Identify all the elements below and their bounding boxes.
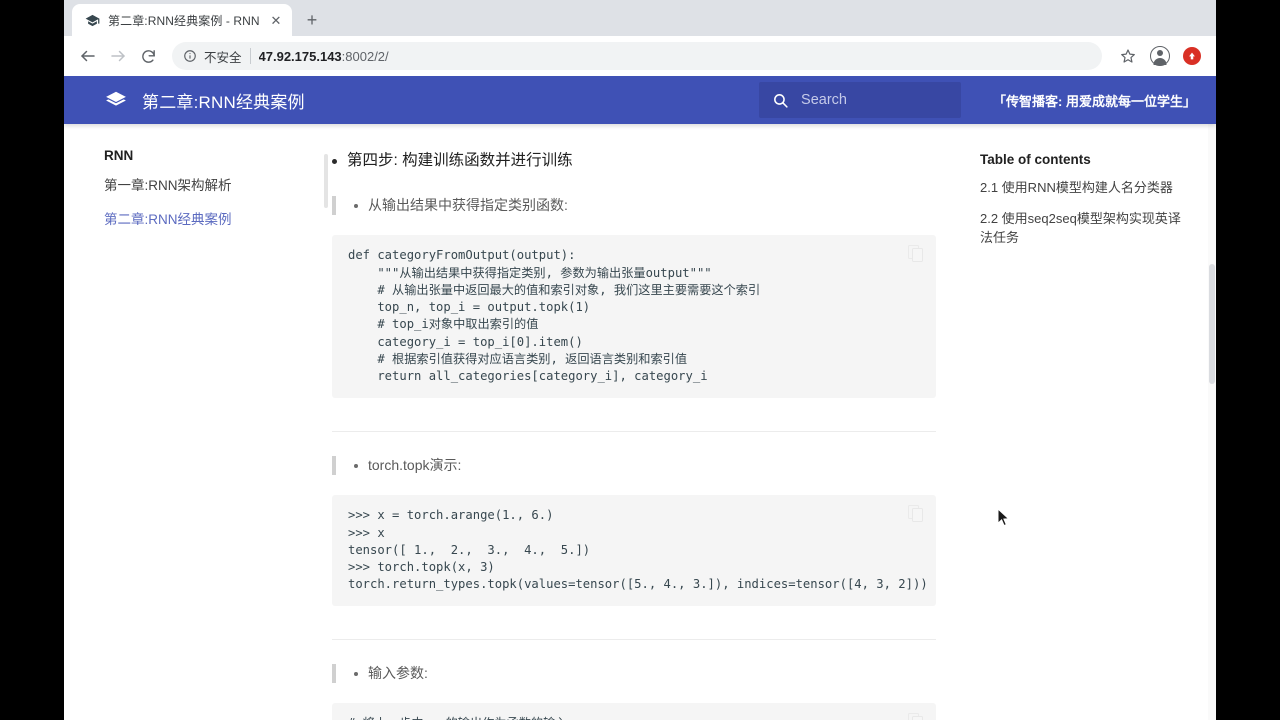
copy-icon-front <box>912 248 923 263</box>
update-badge <box>1183 47 1201 65</box>
copy-icon[interactable] <box>908 245 924 263</box>
bullet-dot-icon <box>354 671 358 676</box>
tab-strip: 第二章:RNN经典案例 - RNN ✕ + <box>64 0 1216 36</box>
tab-title: 第二章:RNN经典案例 - RNN <box>108 13 260 28</box>
sub-heading-row-3: 输入参数: <box>354 664 936 684</box>
section-heading-row: 第四步: 构建训练函数并进行训练 <box>332 150 936 172</box>
omnibox-divider <box>249 48 251 64</box>
bullet-dot-icon <box>354 463 358 468</box>
sub-block-1: 从输出结果中获得指定类别函数: <box>332 195 936 216</box>
site-title: 第二章:RNN经典案例 <box>142 92 305 112</box>
bullet-dot-icon <box>354 203 358 208</box>
copy-icon-front <box>912 716 923 720</box>
url-path: :8002/2/ <box>341 48 389 64</box>
bullet-dot-icon <box>332 159 337 164</box>
graduation-cap-icon <box>84 12 100 28</box>
section-divider-2 <box>332 638 936 640</box>
code-block-1[interactable]: def categoryFromOutput(output): """从输出结果… <box>332 235 936 398</box>
site-header: 第二章:RNN经典案例 Search 「传智播客: 用爱成就每一位学生」 <box>64 76 1216 124</box>
code-text-2: >>> x = torch.arange(1., 6.) >>> x tenso… <box>348 508 928 592</box>
page-scrollbar-thumb[interactable] <box>1209 264 1215 384</box>
sidebar-heading: RNN <box>104 148 134 163</box>
header-slogan: 「传智播客: 用爱成就每一位学生」 <box>993 93 1196 109</box>
page-title: 第四步: 构建训练函数并进行训练 <box>347 152 573 169</box>
forward-button[interactable] <box>104 42 132 70</box>
info-circle-icon <box>182 48 198 64</box>
code-text-1: def categoryFromOutput(output): """从输出结果… <box>348 248 761 384</box>
account-avatar-icon[interactable] <box>1146 42 1174 70</box>
section-divider-1 <box>332 430 936 432</box>
code-block-2[interactable]: >>> x = torch.arange(1., 6.) >>> x tenso… <box>332 495 936 606</box>
browser-window: 第二章:RNN经典案例 - RNN ✕ + 不安全 47.92.175.143:… <box>64 0 1216 720</box>
avatar <box>1150 46 1170 66</box>
close-icon[interactable]: ✕ <box>268 12 284 28</box>
address-bar[interactable]: 不安全 47.92.175.143:8002/2/ <box>172 42 1102 70</box>
update-arrow-icon[interactable] <box>1178 42 1206 70</box>
sidebar-scrollbar-thumb[interactable] <box>324 154 328 208</box>
search-icon <box>771 91 789 109</box>
security-status-label: 不安全 <box>204 50 242 65</box>
reload-button[interactable] <box>134 42 162 70</box>
search-input[interactable]: Search <box>759 82 962 118</box>
main-content: 第四步: 构建训练函数并进行训练 从输出结果中获得指定类别函数: def cat… <box>332 124 968 720</box>
table-of-contents: Table of contents 2.1 使用RNN模型构建人名分类器 2.2… <box>968 124 1216 720</box>
url-text: 47.92.175.143:8002/2/ <box>259 49 389 64</box>
browser-toolbar: 不安全 47.92.175.143:8002/2/ <box>64 36 1216 76</box>
toc-item-2-1[interactable]: 2.1 使用RNN模型构建人名分类器 <box>980 179 1192 198</box>
site-brand[interactable]: 第二章:RNN经典案例 <box>64 88 305 113</box>
toc-item-2-2[interactable]: 2.2 使用seq2seq模型架构实现英译法任务 <box>980 210 1192 248</box>
copy-icon[interactable] <box>908 505 924 523</box>
toc-heading: Table of contents <box>980 152 1091 167</box>
back-button[interactable] <box>74 42 102 70</box>
sub-block-3: 输入参数: <box>332 663 936 684</box>
page-viewport: 第二章:RNN经典案例 Search 「传智播客: 用爱成就每一位学生」 RNN… <box>64 76 1216 720</box>
browser-tab[interactable]: 第二章:RNN经典案例 - RNN ✕ <box>72 4 292 36</box>
sub-heading-row-2: torch.topk演示: <box>354 456 936 476</box>
url-host: 47.92.175.143 <box>258 48 342 64</box>
sub-heading-2: torch.topk演示: <box>368 456 462 473</box>
page-columns: RNN 第一章:RNN架构解析 第二章:RNN经典案例 第四步: 构建训练函数并… <box>64 124 1216 720</box>
sidebar-item-chapter-2[interactable]: 第二章:RNN经典案例 <box>104 211 312 229</box>
code-text-3: # 将上一步中gru的输出作为函数的输入 output = gru_output… <box>348 715 892 720</box>
copy-icon[interactable] <box>908 713 924 720</box>
sub-block-2: torch.topk演示: <box>332 455 936 476</box>
sub-heading-1: 从输出结果中获得指定类别函数: <box>368 196 568 213</box>
code-block-3[interactable]: # 将上一步中gru的输出作为函数的输入 output = gru_output… <box>332 703 936 720</box>
sub-heading-3: 输入参数: <box>368 664 428 681</box>
mkdocs-material-logo-icon <box>104 88 128 112</box>
new-tab-button[interactable]: + <box>298 6 326 34</box>
search-placeholder: Search <box>801 92 847 108</box>
left-sidebar: RNN 第一章:RNN架构解析 第二章:RNN经典案例 <box>64 124 332 720</box>
copy-icon-front <box>912 508 923 523</box>
page-scrollbar-track[interactable] <box>1208 124 1216 720</box>
sub-heading-row-1: 从输出结果中获得指定类别函数: <box>354 196 936 216</box>
star-icon[interactable] <box>1114 42 1142 70</box>
sidebar-item-chapter-1[interactable]: 第一章:RNN架构解析 <box>104 177 312 195</box>
